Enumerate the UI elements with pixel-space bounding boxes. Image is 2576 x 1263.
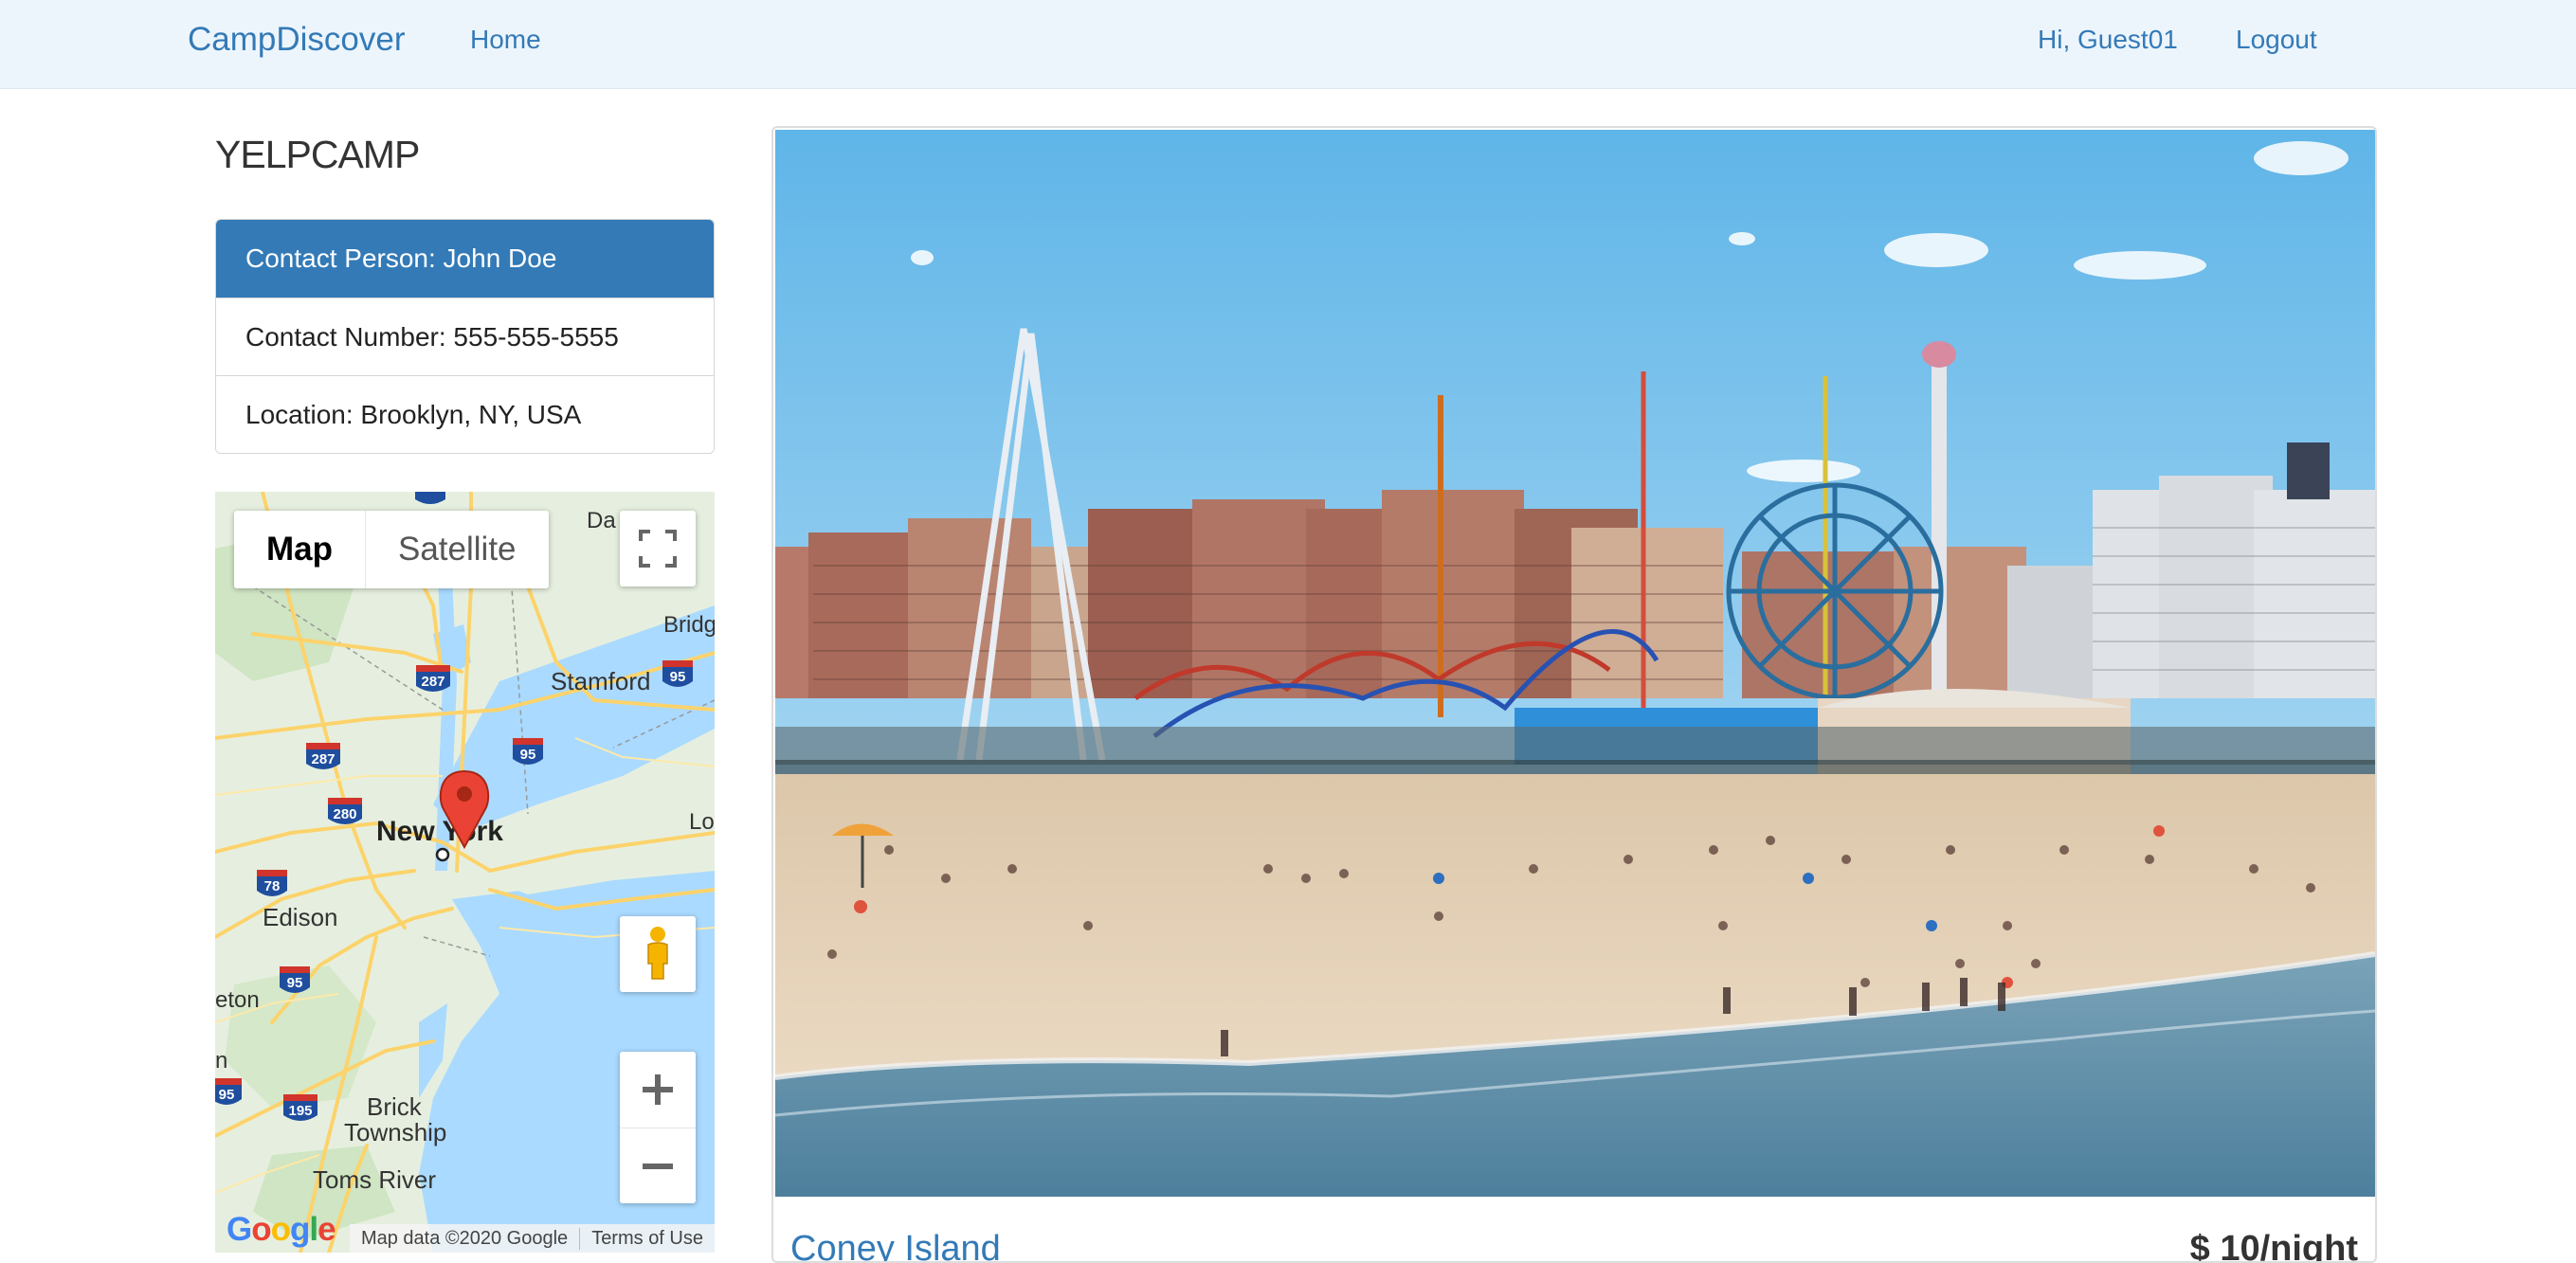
pegman-icon [647,927,668,980]
map-type-map-button[interactable]: Map [234,511,366,588]
nav-home-link[interactable]: Home [470,22,541,58]
navbar: CampDiscover Home Hi, Guest01 Logout [0,0,2576,89]
plus-icon [643,1074,673,1105]
google-logo: Google [227,1211,336,1248]
campground-name-link[interactable]: Coney Island [790,1227,1001,1261]
coney-island-photo [775,130,2375,1197]
campground-thumbnail: Coney Island $ 10/night [771,126,2377,1263]
minus-icon [643,1164,673,1169]
user-greeting-link[interactable]: Hi, Guest01 [2038,22,2178,58]
info-list: Contact Person: John Doe Contact Number:… [215,219,715,454]
sidebar-heading: YELPCAMP [215,133,420,176]
street-view-button[interactable] [620,916,696,992]
map-attribution: Map data ©2020 Google Terms of Use [349,1224,715,1253]
logout-link[interactable]: Logout [2236,22,2317,58]
zoom-control [620,1052,696,1203]
brand-link[interactable]: CampDiscover [188,19,406,61]
google-map[interactable]: 287 95 95 287 280 78 95 95 195 Stamford … [215,492,715,1253]
map-type-satellite-button[interactable]: Satellite [366,511,549,588]
fullscreen-icon [639,530,677,568]
campground-image [775,130,2375,1197]
campground-price: $ 10/night [2189,1229,2358,1263]
map-footer: Google Map data ©2020 Google Terms of Us… [215,1211,715,1253]
fullscreen-button[interactable] [620,511,696,586]
zoom-in-button[interactable] [620,1052,696,1128]
list-item-location[interactable]: Location: Brooklyn, NY, USA [216,375,714,453]
list-item-contact-number[interactable]: Contact Number: 555-555-5555 [216,298,714,375]
map-type-control: Map Satellite [234,511,549,588]
list-item-contact-person[interactable]: Contact Person: John Doe [216,220,714,298]
terms-of-use-link[interactable]: Terms of Use [579,1227,715,1250]
map-data-credit: Map data ©2020 Google [360,1227,569,1249]
zoom-out-button[interactable] [620,1128,696,1203]
